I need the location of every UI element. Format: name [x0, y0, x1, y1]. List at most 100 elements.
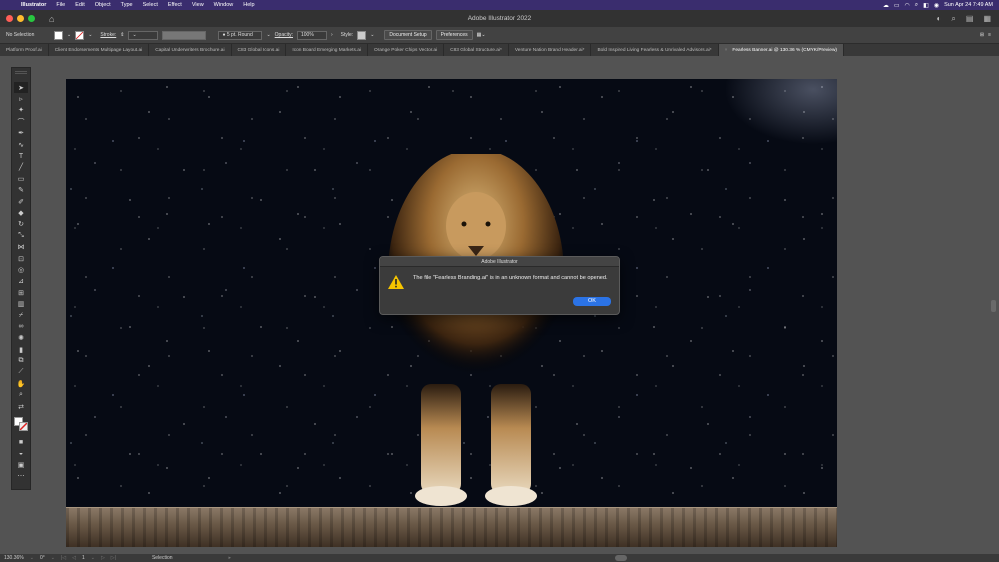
- scale-tool-icon[interactable]: ⤡: [14, 230, 28, 241]
- menu-type[interactable]: Type: [116, 2, 138, 8]
- wifi-icon[interactable]: ◠: [905, 2, 910, 9]
- home-icon[interactable]: ⌂: [49, 14, 54, 24]
- panel-menu-icon[interactable]: ≡: [988, 32, 999, 38]
- chevron-down-icon[interactable]: ⌄: [51, 555, 55, 561]
- tab-platform-proof[interactable]: Platform Proof.ai: [0, 44, 49, 56]
- fill-swatch[interactable]: [54, 30, 63, 40]
- width-tool-icon[interactable]: ⋈: [14, 241, 28, 252]
- menu-app-illustrator[interactable]: Illustrator: [16, 2, 51, 8]
- cloud-docs-icon[interactable]: ▦: [983, 14, 991, 24]
- chevron-down-icon[interactable]: ⌄: [30, 555, 34, 561]
- search-icon[interactable]: ⌕: [915, 2, 918, 9]
- selection-tool-icon[interactable]: ➤: [14, 82, 28, 94]
- graphic-style-swatch[interactable]: [357, 30, 367, 40]
- artboard-number[interactable]: 1: [82, 555, 85, 561]
- tab-orange-poker-chips[interactable]: Orange Poker Chips Vector.ai: [368, 44, 445, 56]
- close-icon[interactable]: ×: [725, 48, 728, 53]
- horizontal-scrollbar[interactable]: [615, 555, 627, 561]
- edit-toolbar-icon[interactable]: ⋯: [14, 471, 28, 482]
- first-artboard-icon[interactable]: |◁: [61, 555, 66, 561]
- next-artboard-icon[interactable]: ▷: [101, 555, 105, 561]
- chevron-down-icon[interactable]: ⌄: [67, 32, 71, 38]
- account-icon[interactable]: ◐: [937, 14, 942, 24]
- chevron-right-icon[interactable]: ▸: [229, 555, 232, 561]
- magic-wand-tool-icon[interactable]: ✦: [14, 105, 28, 116]
- line-tool-icon[interactable]: ╱: [14, 162, 28, 173]
- control-center-icon[interactable]: ◧: [923, 2, 929, 9]
- gradient-tool-icon[interactable]: ▥: [14, 298, 28, 309]
- tab-capital-underwriters[interactable]: Capital Underwriters Brochure.ai: [149, 44, 232, 56]
- mesh-tool-icon[interactable]: ⊞: [14, 287, 28, 298]
- preferences-button[interactable]: Preferences: [435, 30, 473, 40]
- fill-stroke-widget[interactable]: [13, 416, 29, 432]
- eraser-tool-icon[interactable]: ◆: [14, 207, 28, 218]
- lasso-tool-icon[interactable]: ⌒: [14, 116, 28, 127]
- chevron-down-icon[interactable]: ⌄: [266, 32, 270, 38]
- stroke-swatch[interactable]: [19, 422, 28, 432]
- close-window-button[interactable]: [6, 15, 13, 22]
- prev-artboard-icon[interactable]: ◁: [72, 555, 76, 561]
- panel-grip[interactable]: [15, 71, 27, 74]
- hand-tool-icon[interactable]: ✋: [14, 378, 28, 389]
- document-setup-button[interactable]: Document Setup: [384, 30, 432, 40]
- tab-bold-inspired-living[interactable]: Bold Inspired Living Fearless & Unrivale…: [591, 44, 719, 56]
- paintbrush-tool-icon[interactable]: ✎: [14, 185, 28, 196]
- menu-view[interactable]: View: [187, 2, 209, 8]
- opacity-field[interactable]: 100%: [297, 30, 327, 40]
- curvature-tool-icon[interactable]: ∿: [14, 139, 28, 150]
- tab-icon-board[interactable]: Icon Board Emerging Markets.ai: [286, 44, 368, 56]
- menu-file[interactable]: File: [51, 2, 70, 8]
- perspective-grid-tool-icon[interactable]: ⊿: [14, 276, 28, 287]
- menu-select[interactable]: Select: [138, 2, 163, 8]
- tab-client-endorsements[interactable]: Client Endorsements Multipage Layout.ai: [49, 44, 150, 56]
- menu-effect[interactable]: Effect: [163, 2, 187, 8]
- shaper-tool-icon[interactable]: ✐: [14, 196, 28, 207]
- siri-icon[interactable]: ◉: [934, 2, 939, 9]
- stroke-weight-field[interactable]: ⌄: [128, 30, 159, 40]
- menu-window[interactable]: Window: [209, 2, 239, 8]
- tab-fearless-banner[interactable]: × Fearless Banner.ai @ 130.36 % (CMYK/Pr…: [718, 44, 845, 56]
- zoom-tool-icon[interactable]: ⌕: [14, 390, 28, 401]
- tab-venture-nation[interactable]: Venture Nation Brand Header.ai*: [509, 44, 592, 56]
- zoom-window-button[interactable]: [28, 15, 35, 22]
- battery-icon[interactable]: ▭: [894, 2, 900, 9]
- variable-width-profile[interactable]: [162, 30, 207, 40]
- menu-help[interactable]: Help: [238, 2, 259, 8]
- free-transform-tool-icon[interactable]: ⊡: [14, 253, 28, 264]
- stroke-label[interactable]: Stroke:: [100, 32, 116, 38]
- rectangle-tool-icon[interactable]: ▭: [14, 173, 28, 184]
- search-icon[interactable]: ⌕: [951, 14, 955, 24]
- brush-definition-dropdown[interactable]: ● 5 pt. Round: [218, 30, 263, 40]
- ok-button[interactable]: OK: [573, 297, 611, 306]
- stroke-swatch[interactable]: [75, 30, 85, 40]
- blend-tool-icon[interactable]: ∞: [14, 321, 28, 332]
- cloud-icon[interactable]: ☁: [883, 2, 889, 9]
- slice-tool-icon[interactable]: ⟋: [14, 367, 28, 378]
- workspace-switcher-icon[interactable]: ▤: [966, 14, 974, 24]
- menubar-clock[interactable]: Sun Apr 24 7:49 AM: [944, 2, 993, 8]
- symbol-sprayer-tool-icon[interactable]: ✺: [14, 333, 28, 344]
- chevron-right-icon[interactable]: ›: [331, 32, 333, 38]
- tab-c83-global-structure[interactable]: C83 Global Structure.ai*: [444, 44, 509, 56]
- tab-c83-global-icons[interactable]: C83 Global Icons.ai: [232, 44, 287, 56]
- zoom-level[interactable]: 130.36%: [4, 555, 24, 561]
- eyedropper-tool-icon[interactable]: ⌿: [14, 310, 28, 321]
- screen-mode-icon[interactable]: ▣: [14, 459, 28, 470]
- shape-builder-tool-icon[interactable]: ◎: [14, 264, 28, 275]
- swap-fill-stroke-icon[interactable]: ⇄: [14, 401, 28, 412]
- chevron-down-icon[interactable]: ⌄: [370, 32, 374, 38]
- align-panel-icon[interactable]: ⊞: [980, 32, 984, 38]
- opacity-label[interactable]: Opacity:: [275, 32, 293, 38]
- color-mode-icon[interactable]: ■: [14, 436, 28, 447]
- pen-tool-icon[interactable]: ✒: [14, 128, 28, 139]
- graph-tool-icon[interactable]: ▮: [14, 344, 28, 355]
- type-tool-icon[interactable]: T: [14, 150, 28, 161]
- artboard-tool-icon[interactable]: ⧉: [14, 355, 28, 366]
- rotation-angle[interactable]: 0°: [40, 555, 45, 561]
- arrange-documents-icon[interactable]: ▦⌄: [477, 32, 486, 38]
- minimize-window-button[interactable]: [17, 15, 24, 22]
- chevron-down-icon[interactable]: ⌄: [88, 32, 92, 38]
- draw-mode-icon[interactable]: ◒: [14, 448, 28, 459]
- vertical-scrollbar[interactable]: [991, 300, 996, 312]
- chevron-down-icon[interactable]: ⌄: [91, 555, 95, 561]
